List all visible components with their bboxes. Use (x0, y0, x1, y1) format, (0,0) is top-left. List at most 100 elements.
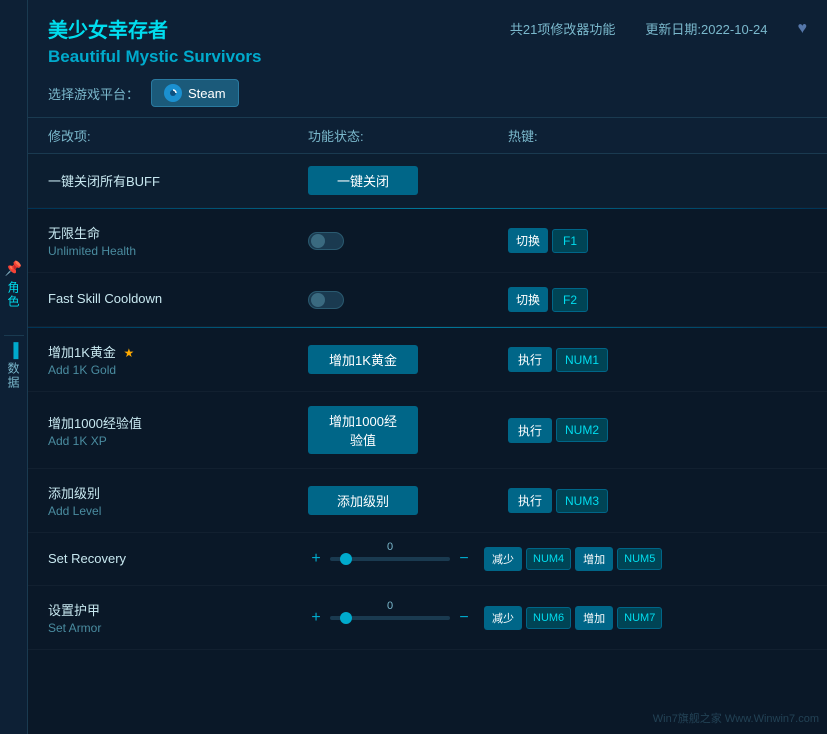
name-block-set-recovery: Set Recovery (48, 551, 308, 568)
rows-area: 一键关闭所有BUFF 一键关闭 无限生命 Unlimited Health (28, 154, 827, 734)
add-gold-exec-button[interactable]: 增加1K黄金 (308, 345, 418, 374)
slider-wrap-armor: 0 (330, 616, 450, 620)
col-func-status: 功能状态: (308, 126, 508, 145)
toggle-knob-fast-skill (311, 293, 325, 307)
sidebar-tab-data[interactable]: 数据 (5, 362, 22, 390)
add-level-exec-button[interactable]: 添加级别 (308, 486, 418, 515)
hotkey-label-unlimited-health[interactable]: 切换 (508, 228, 548, 253)
platform-label: 选择游戏平台： (48, 84, 139, 103)
slider-value-recovery: 0 (387, 541, 393, 553)
sidebar-divider (4, 335, 24, 336)
exec-key-add-xp: NUM2 (556, 418, 608, 442)
hotkey-unlimited-health: 切换 F1 (508, 228, 807, 253)
star-icon-add-gold: ★ (124, 346, 135, 360)
dec-label-recovery[interactable]: 减少 (484, 547, 522, 571)
row-set-armor: 设置护甲 Set Armor + 0 − 减少 NUM6 增 (28, 586, 827, 650)
hotkey-label-fast-skill[interactable]: 切换 (508, 287, 548, 312)
name-block-add-xp: 增加1000经验值 Add 1K XP (48, 413, 308, 448)
row-add-gold: 增加1K黄金 ★ Add 1K Gold 增加1K黄金 执行 NUM1 (28, 328, 827, 392)
slider-minus-armor[interactable]: − (456, 609, 472, 627)
slider-track-recovery[interactable] (330, 557, 450, 561)
slider-track-armor[interactable] (330, 616, 450, 620)
exec-label-add-level[interactable]: 执行 (508, 488, 552, 513)
oneclick-status: 一键关闭 (308, 166, 508, 195)
hotkey-fast-skill: 切换 F2 (508, 287, 807, 312)
exec-label-add-xp[interactable]: 执行 (508, 418, 552, 443)
exec-btn-add-level[interactable]: 添加级别 (308, 486, 508, 515)
col-mod-item: 修改项: (48, 126, 308, 145)
steam-platform-button[interactable]: Steam (151, 79, 239, 107)
exec-key-add-level: NUM3 (556, 489, 608, 513)
game-title-en: Beautiful Mystic Survivors (48, 47, 807, 67)
sidebar: 📌 角色 ▐ 数据 (0, 0, 28, 734)
watermark: Win7旗舰之家 Www.Winwin7.com (653, 710, 819, 726)
slider-wrap-recovery: 0 (330, 557, 450, 561)
item-cn-set-recovery: Set Recovery (48, 551, 308, 566)
hotkey-key-fast-skill: F2 (552, 288, 588, 312)
item-en-set-armor: Set Armor (48, 621, 308, 635)
inc-label-armor[interactable]: 增加 (575, 606, 613, 630)
slider-hotkeys-recovery: 减少 NUM4 增加 NUM5 (484, 547, 662, 571)
data-icon: ▐ (9, 342, 19, 358)
item-cn-add-gold: 增加1K黄金 ★ (48, 342, 308, 361)
hotkey-key-unlimited-health: F1 (552, 229, 588, 253)
oneclick-row: 一键关闭所有BUFF 一键关闭 (28, 154, 827, 208)
toggle-fast-skill[interactable] (308, 291, 508, 309)
item-cn-unlimited-health: 无限生命 (48, 223, 308, 242)
name-block-set-armor: 设置护甲 Set Armor (48, 600, 308, 635)
favorite-icon[interactable]: ♥ (798, 20, 808, 38)
name-block-add-level: 添加级别 Add Level (48, 483, 308, 518)
exec-btn-add-xp[interactable]: 增加1000经验值 (308, 406, 508, 454)
add-xp-exec-button[interactable]: 增加1000经验值 (308, 406, 418, 454)
row-set-recovery: Set Recovery + 0 − 减少 NUM4 增加 (28, 533, 827, 586)
slider-minus-recovery[interactable]: − (456, 550, 472, 568)
inc-key-recovery: NUM5 (617, 548, 662, 570)
col-hotkey: 热键: (508, 126, 807, 145)
sidebar-section-character[interactable]: 📌 角色 (5, 260, 22, 309)
oneclick-button[interactable]: 一键关闭 (308, 166, 418, 195)
item-cn-fast-skill: Fast Skill Cooldown (48, 291, 308, 306)
slider-plus-armor[interactable]: + (308, 609, 324, 627)
slider-controls-set-recovery: + 0 − 减少 NUM4 增加 NUM5 (308, 547, 807, 571)
dec-key-recovery: NUM4 (526, 548, 571, 570)
oneclick-name: 一键关闭所有BUFF (48, 171, 308, 190)
item-en-add-level: Add Level (48, 504, 308, 518)
item-cn-add-level: 添加级别 (48, 483, 308, 502)
toggle-switch-fast-skill[interactable] (308, 291, 344, 309)
item-en-unlimited-health: Unlimited Health (48, 244, 308, 258)
name-block-unlimited-health: 无限生命 Unlimited Health (48, 223, 308, 258)
character-icon: 📌 (5, 260, 22, 277)
hotkey-add-xp: 执行 NUM2 (508, 418, 807, 443)
row-fast-skill: Fast Skill Cooldown 切换 F2 (28, 273, 827, 327)
toggle-switch-unlimited-health[interactable] (308, 232, 344, 250)
header-meta: 共21项修改器功能 更新日期:2022-10-24 ♥ (510, 19, 807, 38)
steam-logo-icon (164, 84, 182, 102)
item-cn-set-armor: 设置护甲 (48, 600, 308, 619)
platform-row: 选择游戏平台： Steam (48, 79, 807, 107)
slider-thumb-armor[interactable] (340, 612, 352, 624)
slider-plus-recovery[interactable]: + (308, 550, 324, 568)
slider-hotkeys-armor: 减少 NUM6 增加 NUM7 (484, 606, 662, 630)
toggle-unlimited-health[interactable] (308, 232, 508, 250)
inc-label-recovery[interactable]: 增加 (575, 547, 613, 571)
steam-label: Steam (188, 86, 226, 101)
exec-label-add-gold[interactable]: 执行 (508, 347, 552, 372)
hotkey-add-level: 执行 NUM3 (508, 488, 807, 513)
dec-label-armor[interactable]: 减少 (484, 606, 522, 630)
dec-key-armor: NUM6 (526, 607, 571, 629)
item-en-add-gold: Add 1K Gold (48, 363, 308, 377)
hotkey-add-gold: 执行 NUM1 (508, 347, 807, 372)
exec-key-add-gold: NUM1 (556, 348, 608, 372)
name-block-fast-skill: Fast Skill Cooldown (48, 291, 308, 308)
header-top: 美少女幸存者 共21项修改器功能 更新日期:2022-10-24 ♥ (48, 14, 807, 43)
item-en-add-xp: Add 1K XP (48, 434, 308, 448)
slider-controls-set-armor: + 0 − 减少 NUM6 增加 NUM7 (308, 606, 807, 630)
toggle-knob-unlimited-health (311, 234, 325, 248)
name-block-add-gold: 增加1K黄金 ★ Add 1K Gold (48, 342, 308, 377)
header: 美少女幸存者 共21项修改器功能 更新日期:2022-10-24 ♥ Beaut… (28, 0, 827, 118)
slider-thumb-recovery[interactable] (340, 553, 352, 565)
row-add-level: 添加级别 Add Level 添加级别 执行 NUM3 (28, 469, 827, 533)
sidebar-tab-character[interactable]: 角色 (5, 281, 22, 309)
exec-btn-add-gold[interactable]: 增加1K黄金 (308, 345, 508, 374)
sidebar-section-data[interactable]: ▐ 数据 (5, 342, 22, 390)
